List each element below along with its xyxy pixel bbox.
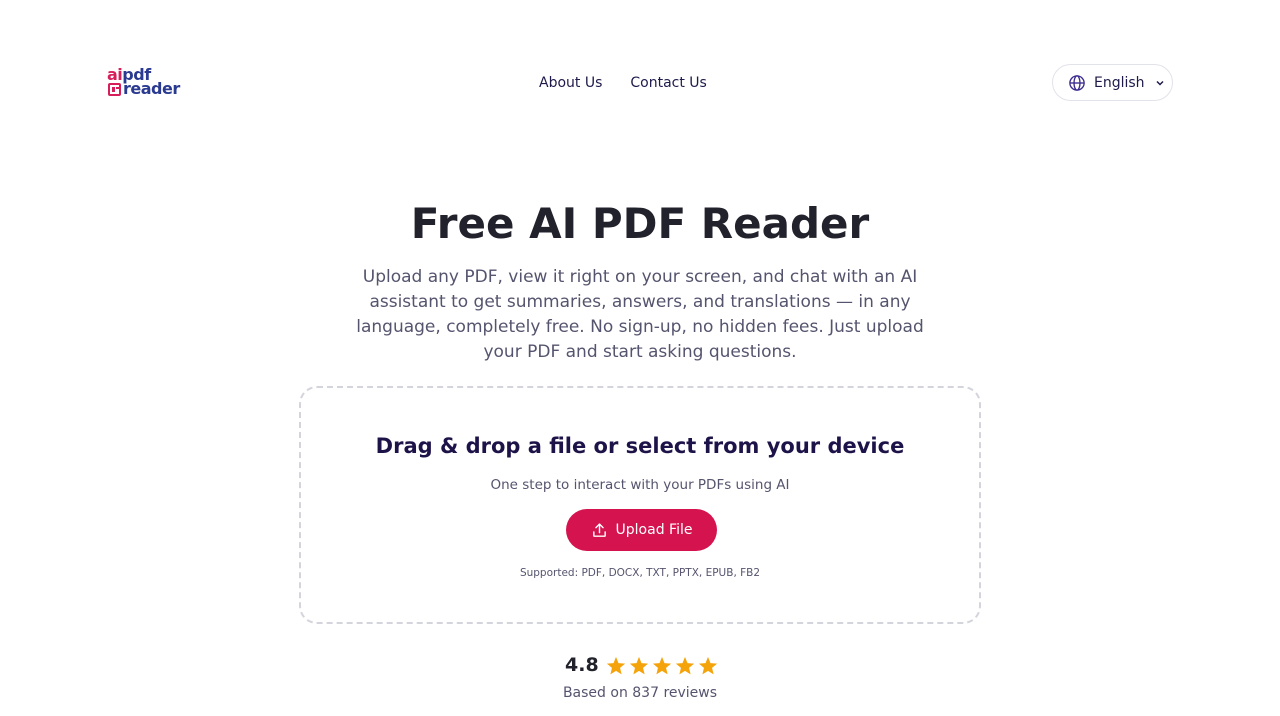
star-icon [629, 656, 648, 674]
star-icon [652, 656, 671, 674]
upload-icon [592, 522, 606, 537]
site-header: aipdf reader About Us Contact Us English [0, 0, 1280, 165]
dropzone-title: Drag & drop a file or select from your d… [375, 434, 905, 458]
nav-link-about[interactable]: About Us [539, 73, 602, 93]
upload-file-button[interactable]: Upload File [566, 509, 717, 551]
rating-stars [606, 656, 718, 675]
logo-wordmark-bottom: reader [123, 79, 180, 98]
main-nav: About Us Contact Us [539, 73, 707, 93]
globe-icon [1069, 74, 1085, 91]
logo-document-icon [108, 83, 121, 96]
review-count: Based on 837 reviews [562, 685, 718, 701]
star-icon [606, 656, 625, 674]
rating-summary: 4.8 [565, 652, 718, 678]
upload-button-label: Upload File [615, 522, 693, 538]
supported-formats-text: Supported: PDF, DOCX, TXT, PPTX, EPUB, F… [519, 567, 761, 579]
rating-value: 4.8 [565, 654, 599, 676]
file-dropzone[interactable]: Drag & drop a file or select from your d… [299, 386, 981, 624]
nav-link-contact[interactable]: Contact Us [630, 73, 706, 93]
star-icon [675, 656, 694, 674]
site-logo[interactable]: aipdf reader [107, 67, 183, 100]
hero-description: Upload any PDF, view it right on your sc… [356, 267, 924, 362]
page-title: Free AI PDF Reader [410, 199, 870, 248]
language-selected-label: English [1094, 74, 1145, 91]
chevron-down-icon [1156, 80, 1164, 86]
dropzone-subtitle: One step to interact with your PDFs usin… [490, 477, 790, 493]
language-selector[interactable]: English [1052, 64, 1173, 101]
star-icon [698, 656, 717, 674]
